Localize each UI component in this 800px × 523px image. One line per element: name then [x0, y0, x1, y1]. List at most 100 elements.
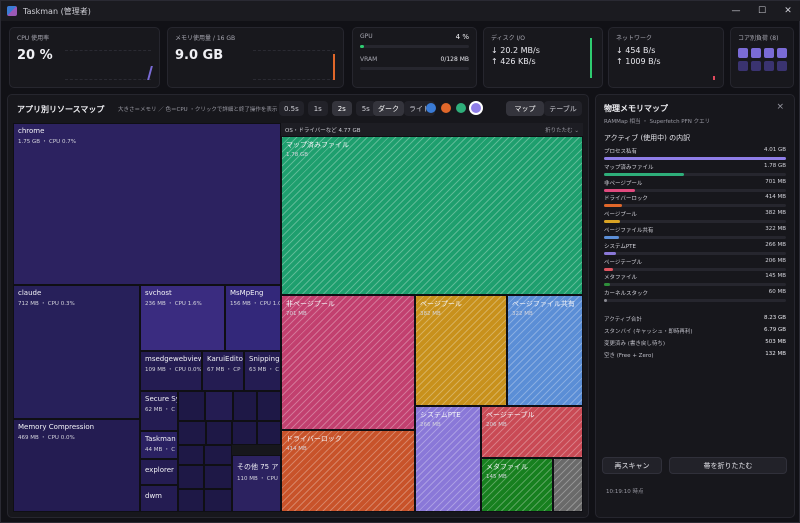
- app-cell-small-10[interactable]: [204, 445, 232, 465]
- disk-spark-bar: [590, 38, 592, 78]
- disk-label: ディスク I/O: [491, 35, 526, 42]
- breakdown-bar-fill: [604, 157, 786, 160]
- breakdown-value: 266 MB: [765, 241, 786, 248]
- stat-row: スタンバイ (キャッシュ・即時再利) 6.79 GB: [604, 327, 786, 335]
- scan-timestamp: 10:19:10 時点: [606, 489, 644, 495]
- app-cell-chrome[interactable]: chrome 1.75 GB ・ CPU 0.7%: [13, 123, 281, 285]
- palette-swatch-0[interactable]: [426, 103, 436, 113]
- gpu-card[interactable]: GPU 4 % VRAM 0/128 MB: [352, 27, 477, 88]
- os-block-paged-pool[interactable]: ページプール 382 MB: [415, 295, 507, 406]
- app-cell-msmpeng[interactable]: MsMpEng 156 MB ・ CPU 1.0: [225, 285, 281, 351]
- collapse-bands-button[interactable]: 帯を折りたたむ: [669, 457, 787, 474]
- breakdown-value: 60 MB: [768, 289, 786, 296]
- memory-card[interactable]: メモリ使用量 / 16 GB 9.0 GB: [167, 27, 344, 88]
- speed-2-button[interactable]: 2s: [331, 101, 352, 116]
- os-region-header[interactable]: OS・ドライバーなど 4.77 GB 折りたたむ ⌄: [281, 123, 583, 136]
- breakdown-row: カーネルスタック 60 MB: [604, 289, 786, 303]
- os-block-pagefile-shared[interactable]: ページファイル共有 322 MB: [507, 295, 583, 406]
- core-6-tile: [764, 61, 774, 71]
- phys-close-button[interactable]: ×: [776, 102, 784, 112]
- maximize-button[interactable]: ☐: [749, 1, 775, 21]
- app-cell-small-4[interactable]: [257, 391, 281, 421]
- cpu-sparkline: [65, 50, 151, 80]
- app-cell-small-2[interactable]: [205, 391, 233, 421]
- os-block-metafile[interactable]: メタファイル 145 MB: [481, 458, 553, 512]
- app-cell-karuieditor[interactable]: KaruiEdito 67 MB ・ CP: [202, 351, 244, 391]
- os-block-page-table[interactable]: ページテーブル 206 MB: [481, 406, 583, 458]
- breakdown-value: 701 MB: [765, 178, 786, 185]
- app-cell-small-9[interactable]: [178, 445, 204, 465]
- core-4-tile: [738, 61, 748, 71]
- os-block-kernel-stack[interactable]: [553, 458, 583, 512]
- os-block-nonpaged-pool[interactable]: 非ページプール 701 MB: [281, 295, 415, 430]
- view-0-tab[interactable]: マップ: [506, 101, 544, 116]
- disk-card[interactable]: ディスク I/O ↓ 20.2 MB/s ↑ 426 KB/s: [483, 27, 603, 88]
- breakdown-bar-fill: [604, 251, 616, 255]
- os-block-system-pte[interactable]: システムPTE 266 MB: [415, 406, 481, 512]
- app-cell-small-7[interactable]: [232, 421, 257, 445]
- app-cell-small-11[interactable]: [178, 465, 204, 489]
- vram-label: VRAM: [360, 56, 378, 63]
- breakdown-name: カーネルスタック: [604, 291, 649, 298]
- app-cell-snipping[interactable]: Snipping 63 MB ・ C: [244, 351, 281, 391]
- breakdown-bar-fill: [604, 188, 635, 192]
- os-block-driver-locked[interactable]: ドライバーロック 414 MB: [281, 430, 415, 512]
- app-cell-taskman[interactable]: Taskman 44 MB ・ C: [140, 431, 178, 459]
- app-cell-explorer[interactable]: explorer: [140, 459, 178, 485]
- app-cell-small-1[interactable]: [178, 391, 205, 421]
- os-block-mapped-file[interactable]: マップ済みファイル 1.78 GB: [281, 136, 583, 295]
- core-7-tile: [777, 61, 787, 71]
- os-fold-button[interactable]: 折りたたむ ⌄: [545, 126, 579, 134]
- app-cell-msedgewebview[interactable]: msedgewebview 109 MB ・ CPU 0.0%: [140, 351, 202, 391]
- app-cell-memory-compression[interactable]: Memory Compression 469 MB ・ CPU 0.0%: [13, 419, 140, 512]
- title-bar[interactable]: Taskman (管理者) — ☐ ✕: [1, 1, 800, 21]
- treemap: chrome 1.75 GB ・ CPU 0.7% claude 712 MB ・ …: [13, 123, 583, 512]
- palette-swatch-1[interactable]: [441, 103, 451, 113]
- palette-swatch-2[interactable]: [456, 103, 466, 113]
- breakdown-value: 206 MB: [765, 257, 786, 264]
- speed-1-button[interactable]: 1s: [307, 101, 328, 116]
- minimize-button[interactable]: —: [723, 1, 749, 21]
- breakdown-name: マップ済みファイル: [604, 164, 654, 171]
- rescan-button[interactable]: 再スキャン: [602, 457, 662, 474]
- breakdown-bar: [604, 157, 786, 160]
- palette-swatch-3[interactable]: [471, 103, 481, 113]
- app-cell-small-3[interactable]: [233, 391, 257, 421]
- cores-card[interactable]: コア別負荷 (8): [730, 27, 794, 88]
- breakdown-bar-fill: [604, 172, 685, 176]
- app-cell-svchost[interactable]: svchost 236 MB ・ CPU 1.6%: [140, 285, 225, 351]
- cpu-card[interactable]: CPU 使用率 20 %: [9, 27, 160, 88]
- close-button[interactable]: ✕: [775, 1, 800, 21]
- app-cell-small-13[interactable]: [178, 489, 204, 512]
- breakdown-bar: [604, 204, 786, 208]
- speed-0-button[interactable]: 0.5s: [279, 101, 304, 116]
- gpu-label: GPU: [360, 33, 373, 40]
- app-cell-small-8[interactable]: [257, 421, 281, 445]
- app-cell-securesystem[interactable]: Secure Sy 62 MB ・ C: [140, 391, 178, 431]
- cores-grid: [738, 48, 787, 71]
- app-cell-small-5[interactable]: [178, 421, 206, 445]
- theme-0-button[interactable]: ダーク: [373, 101, 404, 116]
- app-cell-small-14[interactable]: [204, 489, 232, 512]
- view-1-tab[interactable]: テーブル: [544, 101, 582, 116]
- active-breakdown-label: アクティブ (使用中) の内訳: [604, 134, 691, 142]
- network-card[interactable]: ネットワーク ↓ 454 B/s ↑ 1009 B/s: [608, 27, 724, 88]
- stat-name: スタンバイ (キャッシュ・即時再利): [604, 329, 693, 335]
- breakdown-row: ページファイル共有 322 MB: [604, 226, 786, 239]
- app-cell-small-12[interactable]: [204, 465, 232, 489]
- vram-value: 0/128 MB: [440, 56, 470, 63]
- app-cell-dwm[interactable]: dwm: [140, 485, 178, 512]
- network-up: ↑ 1009 B/s: [616, 57, 661, 66]
- disk-read: ↓ 20.2 MB/s: [491, 46, 540, 55]
- map-title: アプリ別リソースマップ: [17, 105, 105, 114]
- stat-row: 空き (Free + Zero) 132 MB: [604, 351, 786, 359]
- breakdown-bar-fill: [604, 267, 614, 271]
- app-cell-claude[interactable]: claude 712 MB ・ CPU 0.3%: [13, 285, 140, 419]
- vram-bar: [360, 67, 469, 70]
- disk-write: ↑ 426 KB/s: [491, 57, 536, 66]
- breakdown-row: ページプール 382 MB: [604, 210, 786, 224]
- cpu-label: CPU 使用率: [17, 35, 50, 42]
- app-cell-small-6[interactable]: [206, 421, 232, 445]
- app-cell-others[interactable]: その他 75 ア 110 MB ・ CPU: [232, 455, 281, 512]
- core-0-tile: [738, 48, 748, 58]
